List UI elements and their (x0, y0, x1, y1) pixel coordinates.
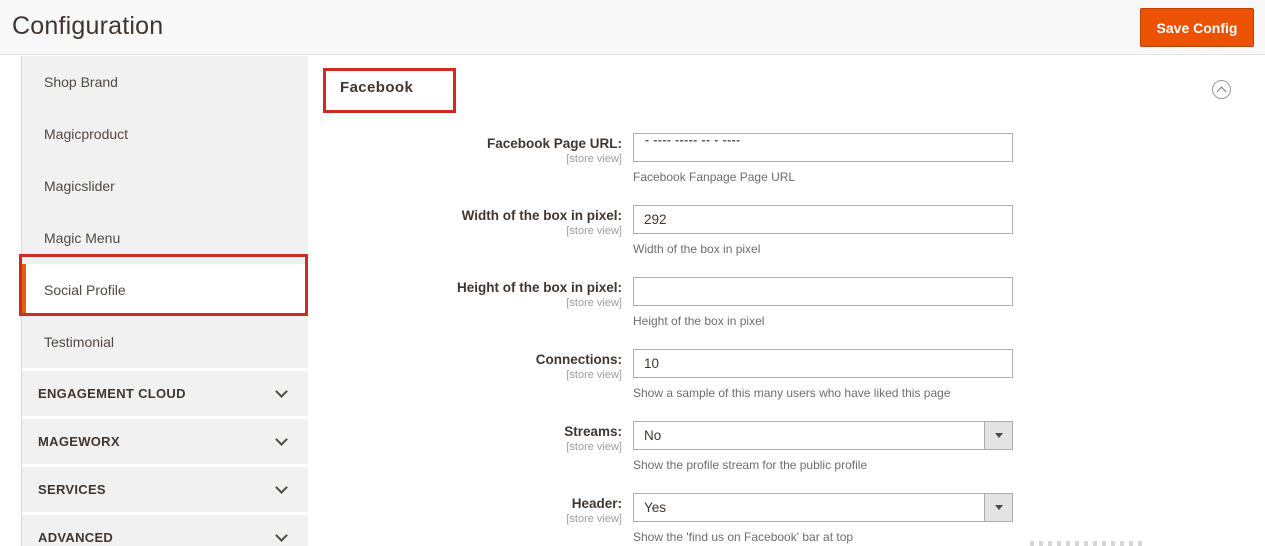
sidebar-item-shop-brand[interactable]: Shop Brand (22, 56, 308, 108)
field-row-facebook-page-url: Facebook Page URL: [store view] - ---- -… (308, 133, 1048, 195)
sidebar-item-label: Testimonial (44, 334, 115, 350)
field-helper: Height of the box in pixel (633, 314, 765, 328)
field-row-connections: Connections: [store view] Show a sample … (308, 349, 1048, 411)
sidebar-item-label: Magicslider (44, 178, 115, 194)
caret-down-icon (994, 433, 1003, 438)
chevron-down-icon (275, 529, 288, 542)
sidebar-item-label: Social Profile (44, 282, 126, 298)
facebook-page-url-input[interactable]: - ---- ----- -- - ---- (633, 133, 1013, 162)
field-label: Width of the box in pixel: (461, 208, 622, 223)
sidebar-item-magicproduct[interactable]: Magicproduct (22, 108, 308, 160)
config-sidebar: Shop Brand Magicproduct Magicslider Magi… (21, 56, 308, 546)
chevron-down-icon (275, 433, 288, 446)
field-scope: [store view] (566, 513, 622, 525)
field-helper: Show the 'find us on Facebook' bar at to… (633, 530, 854, 544)
field-row-header: Header: [store view] Yes Show the 'find … (308, 493, 1048, 546)
field-scope: [store view] (566, 441, 622, 453)
page-header: Configuration Save Config (0, 0, 1265, 55)
field-label: Height of the box in pixel: (457, 280, 622, 295)
field-label: Facebook Page URL: (486, 136, 622, 151)
field-row-streams: Streams: [store view] No Show the profil… (308, 421, 1048, 483)
chevron-up-icon (1216, 86, 1227, 97)
sidebar-item-social-profile[interactable]: Social Profile (22, 264, 308, 316)
clipped-text-artifact (1030, 541, 1142, 546)
sidebar-section-advanced[interactable]: ADVANCED (22, 515, 308, 546)
sidebar-section-label: SERVICES (38, 482, 106, 497)
save-config-button[interactable]: Save Config (1140, 8, 1254, 47)
select-dropdown-button[interactable] (984, 494, 1012, 521)
sidebar-item-label: Shop Brand (44, 74, 118, 90)
field-scope: [store view] (566, 369, 622, 381)
field-helper: Show a sample of this many users who hav… (633, 386, 951, 400)
height-input[interactable] (633, 277, 1013, 306)
sidebar-section-label: ADVANCED (38, 530, 114, 545)
sidebar-section-engagement-cloud[interactable]: ENGAGEMENT CLOUD (22, 371, 308, 416)
chevron-down-icon (275, 385, 288, 398)
sidebar-item-magicslider[interactable]: Magicslider (22, 160, 308, 212)
collapse-section-button[interactable] (1212, 80, 1231, 99)
field-scope: [store view] (566, 153, 622, 165)
sidebar-section-label: MAGEWORX (38, 434, 120, 449)
field-label: Header: (571, 496, 622, 511)
clipped-input-value: - ---- ----- -- - ---- (645, 133, 741, 147)
sidebar-section-label: ENGAGEMENT CLOUD (38, 386, 186, 401)
select-value: Yes (644, 500, 667, 515)
chevron-down-icon (275, 481, 288, 494)
sidebar-sections: ENGAGEMENT CLOUD MAGEWORX SERVICES ADVAN… (22, 371, 308, 546)
connections-input[interactable] (633, 349, 1013, 378)
width-input[interactable] (633, 205, 1013, 234)
field-row-height: Height of the box in pixel: [store view]… (308, 277, 1048, 339)
sidebar-section-mageworx[interactable]: MAGEWORX (22, 419, 308, 464)
field-helper: Facebook Fanpage Page URL (633, 170, 796, 184)
sidebar-item-testimonial[interactable]: Testimonial (22, 316, 308, 368)
select-dropdown-button[interactable] (984, 422, 1012, 449)
page-title: Configuration (12, 12, 164, 40)
active-item-indicator (22, 264, 26, 316)
sidebar-item-label: Magicproduct (44, 126, 129, 142)
field-row-width: Width of the box in pixel: [store view] … (308, 205, 1048, 267)
field-label: Connections: (535, 352, 622, 367)
select-value: No (644, 428, 662, 443)
field-scope: [store view] (566, 225, 622, 237)
field-label: Streams: (564, 424, 622, 439)
sidebar-item-magic-menu[interactable]: Magic Menu (22, 212, 308, 264)
field-helper: Show the profile stream for the public p… (633, 458, 868, 472)
sidebar-section-services[interactable]: SERVICES (22, 467, 308, 512)
sidebar-item-label: Magic Menu (44, 230, 121, 246)
field-helper: Width of the box in pixel (633, 242, 761, 256)
header-select[interactable]: Yes (633, 493, 1013, 522)
streams-select[interactable]: No (633, 421, 1013, 450)
configuration-page: Configuration Save Config Shop Brand Mag… (0, 0, 1265, 546)
caret-down-icon (994, 505, 1003, 510)
field-scope: [store view] (566, 297, 622, 309)
facebook-section-title: Facebook (340, 79, 414, 96)
